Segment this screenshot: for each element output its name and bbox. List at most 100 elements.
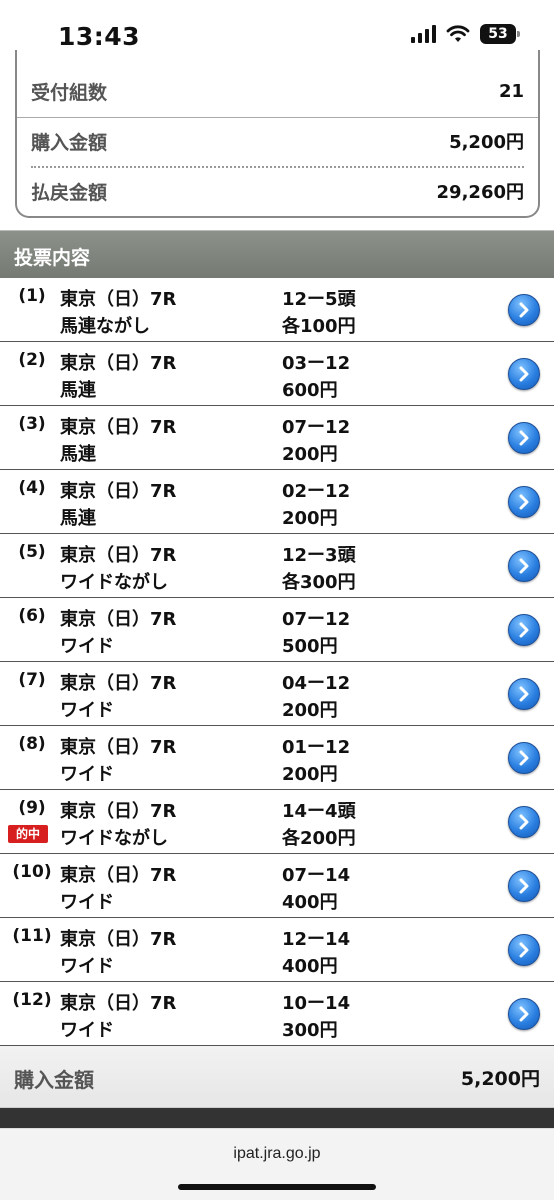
chevron-right-icon xyxy=(519,942,529,958)
chevron-right-icon xyxy=(519,686,529,702)
bet-race: 東京（日）7R xyxy=(60,481,177,502)
bet-amount: 各200円 xyxy=(282,828,356,849)
bet-amount: 各100円 xyxy=(282,316,356,337)
summary-row-purchase: 購入金額 5,200円 xyxy=(31,126,524,156)
summary-label: 購入金額 xyxy=(31,131,108,154)
bet-amount: 200円 xyxy=(282,700,338,721)
total-label: 購入金額 xyxy=(14,1068,94,1092)
bet-type: 馬連 xyxy=(60,380,96,401)
bet-amount: 400円 xyxy=(282,956,338,977)
bet-number: (8) xyxy=(18,734,46,754)
bet-combination: 14ー4頭 xyxy=(282,801,356,822)
detail-button[interactable] xyxy=(508,998,540,1030)
bet-combination: 10ー14 xyxy=(282,993,351,1014)
browser-address-bar[interactable]: ipat.jra.go.jp xyxy=(0,1128,554,1200)
bet-amount: 300円 xyxy=(282,1020,338,1041)
divider xyxy=(31,166,524,168)
bet-row[interactable]: (6) 東京（日）7R ワイド 07ー12 500円 xyxy=(0,598,554,662)
chevron-right-icon xyxy=(519,430,529,446)
bet-race: 東京（日）7R xyxy=(60,353,177,374)
section-title: 投票内容 xyxy=(0,230,554,278)
bet-row[interactable]: (3) 東京（日）7R 馬連 07ー12 200円 xyxy=(0,406,554,470)
bet-amount: 200円 xyxy=(282,508,338,529)
bet-race: 東京（日）7R xyxy=(60,865,177,886)
bet-type: 馬連 xyxy=(60,508,96,529)
bet-type: 馬連ながし xyxy=(60,316,150,337)
bet-race: 東京（日）7R xyxy=(60,801,177,822)
summary-value: 29,260円 xyxy=(436,182,524,203)
chevron-right-icon xyxy=(519,494,529,510)
bet-number: (3) xyxy=(18,414,46,434)
bet-number: (6) xyxy=(18,606,46,626)
bet-combination: 12ー3頭 xyxy=(282,545,356,566)
bet-race: 東京（日）7R xyxy=(60,545,177,566)
summary-label: 払戻金額 xyxy=(31,181,108,204)
detail-button[interactable] xyxy=(508,358,540,390)
chevron-right-icon xyxy=(519,366,529,382)
bet-combination: 07ー12 xyxy=(282,417,351,438)
bet-row[interactable]: (11) 東京（日）7R ワイド 12ー14 400円 xyxy=(0,918,554,982)
chevron-right-icon xyxy=(519,814,529,830)
bet-combination: 03ー12 xyxy=(282,353,351,374)
detail-button[interactable] xyxy=(508,550,540,582)
chevron-right-icon xyxy=(519,622,529,638)
bet-number: (5) xyxy=(18,542,46,562)
bet-type: ワイドながし xyxy=(60,572,168,593)
divider xyxy=(17,117,538,118)
bet-row[interactable]: (9) 的中 東京（日）7R ワイドながし 14ー4頭各200円 xyxy=(0,790,554,854)
bet-race: 東京（日）7R xyxy=(60,993,177,1014)
wifi-icon xyxy=(446,25,470,42)
bet-amount: 200円 xyxy=(282,444,338,465)
summary-row-payout: 払戻金額 29,260円 xyxy=(31,176,524,206)
bet-race: 東京（日）7R xyxy=(60,417,177,438)
chevron-right-icon xyxy=(519,750,529,766)
bet-type: ワイド xyxy=(60,636,114,657)
bet-race: 東京（日）7R xyxy=(60,289,177,310)
battery-level: 53 xyxy=(488,26,508,42)
bet-amount: 500円 xyxy=(282,636,338,657)
bet-row[interactable]: (2) 東京（日）7R 馬連 03ー12 600円 xyxy=(0,342,554,406)
bet-race: 東京（日）7R xyxy=(60,737,177,758)
bet-amount: 400円 xyxy=(282,892,338,913)
detail-button[interactable] xyxy=(508,678,540,710)
cellular-signal-icon xyxy=(411,25,436,43)
chevron-right-icon xyxy=(519,558,529,574)
bet-combination: 02ー12 xyxy=(282,481,351,502)
bet-number: (9) xyxy=(18,798,46,818)
bet-row[interactable]: (7) 東京（日）7R ワイド 04ー12 200円 xyxy=(0,662,554,726)
home-indicator[interactable] xyxy=(178,1184,376,1190)
detail-button[interactable] xyxy=(508,934,540,966)
detail-button[interactable] xyxy=(508,742,540,774)
bet-number: (10) xyxy=(12,862,52,882)
bet-row[interactable]: (10) 東京（日）7R ワイド 07ー14 400円 xyxy=(0,854,554,918)
detail-button[interactable] xyxy=(508,422,540,454)
status-time: 13:43 xyxy=(58,22,141,51)
bet-row[interactable]: (1) 東京（日）7R 馬連ながし 12ー5頭 各100円 xyxy=(0,278,554,342)
detail-button[interactable] xyxy=(508,806,540,838)
detail-button[interactable] xyxy=(508,870,540,902)
url-text[interactable]: ipat.jra.go.jp xyxy=(0,1145,554,1163)
summary-value: 5,200円 xyxy=(449,132,524,153)
bet-row[interactable]: (8) 東京（日）7R ワイド 01ー12 200円 xyxy=(0,726,554,790)
bet-number: (2) xyxy=(18,350,46,370)
hit-badge: 的中 xyxy=(8,825,48,843)
bet-type: ワイド xyxy=(60,956,114,977)
detail-button[interactable] xyxy=(508,294,540,326)
detail-button[interactable] xyxy=(508,486,540,518)
summary-label: 受付組数 xyxy=(31,81,108,104)
detail-button[interactable] xyxy=(508,614,540,646)
bet-type: ワイド xyxy=(60,764,114,785)
bet-number: (11) xyxy=(12,926,52,946)
bet-row[interactable]: (12) 東京（日）7R ワイド 10ー14 300円 xyxy=(0,982,554,1046)
page-bottom-strip xyxy=(0,1108,554,1128)
status-icons: 53 xyxy=(411,24,520,44)
bet-type: ワイドながし xyxy=(60,828,168,849)
bet-row[interactable]: (4) 東京（日）7R 馬連 02ー12 200円 xyxy=(0,470,554,534)
summary-value: 21 xyxy=(498,80,524,102)
bet-amount: 各300円 xyxy=(282,572,356,593)
summary-box: 受付組数 21 購入金額 5,200円 払戻金額 29,260円 xyxy=(15,50,540,218)
bet-number: (7) xyxy=(18,670,46,690)
total-value: 5,200円 xyxy=(460,1068,540,1090)
bet-row[interactable]: (5) 東京（日）7R ワイドながし 12ー3頭各300円 xyxy=(0,534,554,598)
bet-type: ワイド xyxy=(60,700,114,721)
